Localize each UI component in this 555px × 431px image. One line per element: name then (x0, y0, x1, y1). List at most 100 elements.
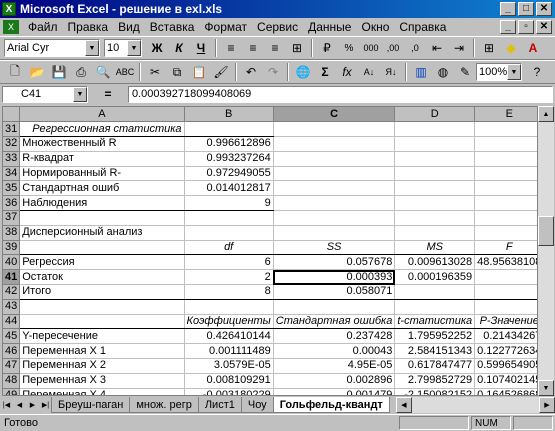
cell[interactable]: 0.000393 (273, 269, 396, 286)
undo-icon[interactable]: ↶ (240, 62, 262, 82)
scroll-thumb[interactable] (538, 216, 554, 246)
cell[interactable]: t-статистика (394, 314, 476, 330)
redo-icon[interactable]: ↷ (262, 62, 284, 82)
menu-edit[interactable]: Правка (63, 20, 114, 34)
cell[interactable] (273, 195, 396, 212)
cell[interactable]: 0.972949055 (184, 166, 274, 182)
cell[interactable]: Регрессия (19, 254, 185, 271)
row-header[interactable]: 34 (3, 166, 21, 182)
cell[interactable] (474, 269, 537, 286)
cell[interactable] (394, 121, 476, 138)
workbook-icon[interactable]: X (3, 20, 19, 34)
row-header[interactable]: 33 (3, 151, 21, 167)
cell[interactable]: 0.426410144 (184, 328, 274, 345)
menu-file[interactable]: Файл (23, 20, 63, 34)
sort-descending-icon[interactable]: Я↓ (380, 62, 402, 82)
sheet-tab-active[interactable]: Гольфельд-квандт (272, 397, 390, 413)
percent-icon[interactable]: % (338, 38, 360, 58)
row-header[interactable]: 42 (3, 284, 21, 300)
formula-input[interactable]: 0.000392718099408069 (128, 85, 553, 103)
menu-window[interactable]: Окно (356, 20, 394, 34)
cell[interactable] (474, 299, 537, 315)
font-color-icon[interactable]: A (522, 38, 544, 58)
font-size-select[interactable]: 10 ▼ (104, 39, 142, 57)
row-header[interactable]: 47 (3, 358, 21, 374)
cell[interactable] (394, 166, 476, 182)
cell[interactable]: 2.584151343 (394, 343, 476, 360)
close-button[interactable]: ✕ (536, 2, 552, 16)
cell[interactable]: 8 (184, 284, 274, 300)
function-icon[interactable]: fx (336, 62, 358, 82)
chart-wizard-icon[interactable]: ▥ (410, 62, 432, 82)
scroll-down-icon[interactable]: ▼ (538, 380, 554, 396)
cell[interactable] (19, 299, 185, 315)
row-header[interactable]: 38 (3, 225, 21, 241)
cell[interactable]: 0.014012817 (184, 180, 274, 197)
cell[interactable]: 1.795952252 (394, 328, 476, 345)
currency-icon[interactable]: ₽ (316, 38, 338, 58)
menu-help[interactable]: Справка (394, 20, 451, 34)
cell[interactable]: Стандартная ошиб (19, 180, 185, 197)
excel-app-icon[interactable]: X (2, 2, 16, 16)
scroll-left-icon[interactable]: ◀ (395, 397, 412, 413)
cell[interactable]: SS (273, 240, 396, 256)
chevron-down-icon[interactable]: ▼ (507, 64, 521, 80)
cell[interactable]: 0.057678 (273, 254, 396, 271)
hyperlink-icon[interactable]: 🌐 (292, 62, 314, 82)
copy-icon[interactable]: ⧉ (166, 62, 188, 82)
cell[interactable] (474, 180, 537, 197)
cell[interactable]: 0.996612896 (184, 136, 274, 152)
map-icon[interactable]: ◍ (432, 62, 454, 82)
cell[interactable]: Переменная X 4 (19, 388, 185, 395)
row-header[interactable]: 37 (3, 210, 21, 226)
chevron-down-icon[interactable]: ▼ (85, 40, 99, 56)
cell[interactable] (273, 151, 396, 167)
print-icon[interactable]: ⎙ (70, 62, 92, 82)
cell[interactable] (474, 121, 537, 138)
cell[interactable]: MS (394, 240, 476, 256)
row-header[interactable]: 35 (3, 180, 21, 197)
thousands-icon[interactable]: 000 (360, 38, 382, 58)
cell[interactable]: Переменная X 2 (19, 358, 185, 374)
cell[interactable]: Регрессионная статистика (19, 121, 185, 138)
chevron-down-icon[interactable]: ▼ (127, 40, 141, 56)
cell[interactable]: Стандартная ошибка (273, 314, 396, 330)
cell[interactable] (184, 299, 274, 315)
cell[interactable] (474, 195, 537, 212)
cell[interactable]: 48.95638108 (474, 254, 537, 271)
cell[interactable] (184, 210, 274, 226)
cell[interactable] (394, 299, 476, 315)
menu-format[interactable]: Формат (199, 20, 252, 34)
paste-icon[interactable]: 📋 (188, 62, 210, 82)
sheet-tab[interactable]: Чоу (240, 397, 274, 413)
column-header[interactable]: D (394, 107, 476, 123)
cell[interactable] (474, 166, 537, 182)
select-all-corner[interactable] (3, 107, 21, 123)
cell[interactable]: F (474, 240, 537, 256)
horizontal-scrollbar[interactable]: ◀ ▶ (395, 397, 555, 413)
cell[interactable] (273, 166, 396, 182)
cell[interactable]: 0.21434267 (474, 328, 537, 345)
row-header[interactable]: 44 (3, 314, 21, 330)
menu-insert[interactable]: Вставка (145, 20, 200, 34)
cell[interactable]: 0.002896 (273, 373, 396, 389)
increase-decimal-icon[interactable]: ,00 (382, 38, 404, 58)
first-sheet-icon[interactable]: |◀ (0, 398, 13, 412)
worksheet-grid[interactable]: ABCDEFG31Регрессионная статистика32Множе… (2, 106, 538, 396)
column-header[interactable]: E (474, 107, 537, 123)
cell[interactable]: df (184, 240, 274, 256)
row-header[interactable]: 45 (3, 328, 21, 345)
zoom-select[interactable]: 100% ▼ (476, 63, 522, 81)
column-header[interactable]: A (19, 107, 185, 123)
cell[interactable]: 9 (184, 195, 274, 212)
menu-view[interactable]: Вид (113, 20, 145, 34)
menu-tools[interactable]: Сервис (252, 20, 303, 34)
cell[interactable]: -0.003180229 (184, 388, 274, 395)
cell[interactable]: 6 (184, 254, 274, 271)
cell[interactable] (273, 225, 396, 241)
cell[interactable] (474, 136, 537, 152)
cell[interactable] (394, 151, 476, 167)
scroll-right-icon[interactable]: ▶ (539, 397, 555, 413)
row-header[interactable]: 36 (3, 195, 21, 212)
cell[interactable]: Дисперсионный анализ (19, 225, 185, 241)
